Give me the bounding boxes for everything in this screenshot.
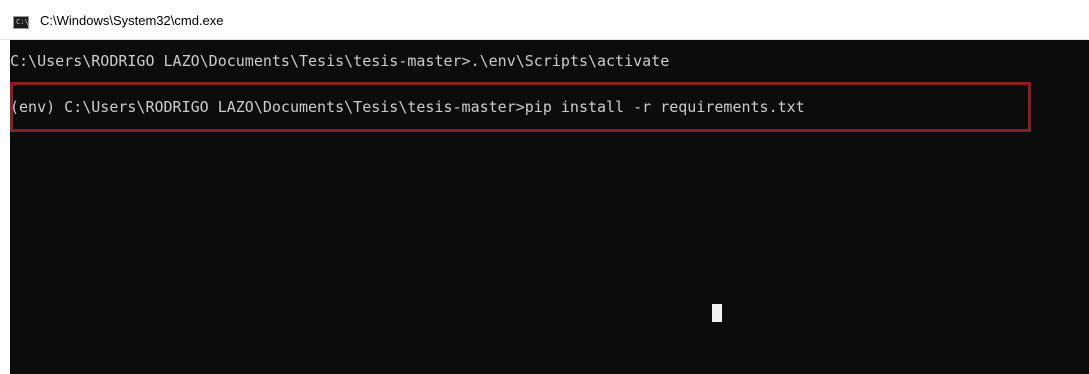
console-output[interactable]: C:\Users\RODRIGO LAZO\Documents\Tesis\te… bbox=[10, 40, 1089, 374]
text-cursor bbox=[712, 304, 722, 322]
cmd-icon: C:\ bbox=[13, 16, 29, 29]
console-line-pip-install: (env) C:\Users\RODRIGO LAZO\Documents\Te… bbox=[10, 98, 805, 116]
window-title: C:\Windows\System32\cmd.exe bbox=[40, 13, 224, 28]
title-bar[interactable]: C:\ C:\Windows\System32\cmd.exe bbox=[0, 0, 1089, 40]
cmd-icon-label: C:\ bbox=[16, 18, 29, 26]
cmd-window: C:\ C:\Windows\System32\cmd.exe C:\Users… bbox=[0, 0, 1089, 374]
console-line-activate: C:\Users\RODRIGO LAZO\Documents\Tesis\te… bbox=[10, 52, 670, 70]
